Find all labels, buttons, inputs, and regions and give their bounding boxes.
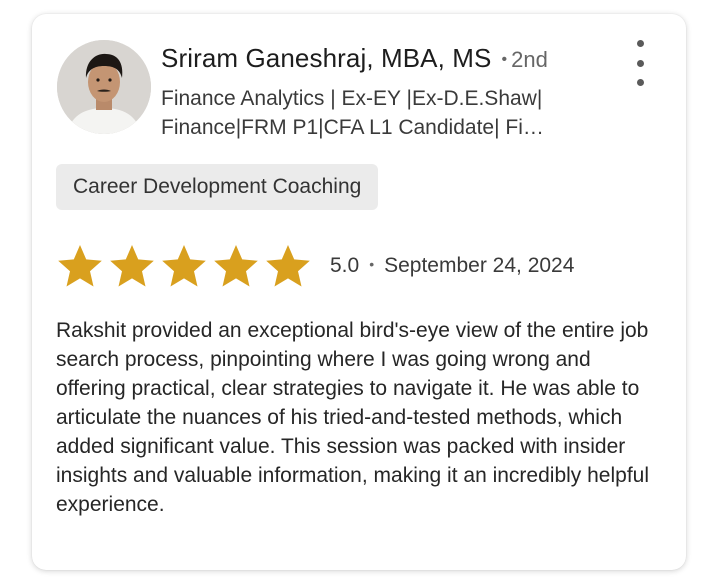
star-rating	[56, 242, 316, 290]
reviewer-headline: Finance Analytics | Ex-EY |Ex-D.E.Shaw| …	[161, 87, 544, 139]
review-card: Sriram Ganeshraj, MBA, MS • 2nd Finance A…	[32, 14, 686, 570]
star-icon	[56, 242, 104, 290]
star-icon	[212, 242, 260, 290]
separator-dot: •	[369, 256, 375, 272]
menu-dot	[636, 59, 644, 67]
review-text: Rakshit provided an exceptional bird's-e…	[56, 319, 650, 516]
service-tag: Career Development Coaching	[56, 164, 379, 210]
review-date: September 24, 2024	[384, 254, 575, 277]
star-icon	[264, 242, 312, 290]
star-icon	[160, 242, 208, 290]
avatar[interactable]	[57, 40, 151, 134]
profile-photo	[57, 40, 151, 134]
reviewer-name-row: Sriram Ganeshraj, MBA, MS • 2nd	[161, 43, 548, 74]
more-vertical-icon[interactable]	[628, 40, 652, 86]
menu-dot	[636, 40, 644, 47]
rating-score: 5.0	[330, 254, 360, 277]
star-icon	[108, 242, 156, 290]
rating-row: 5.0 • September 24, 2024	[56, 242, 574, 290]
connection-degree: • 2nd	[501, 47, 548, 72]
menu-dot	[636, 79, 644, 86]
connection-degree-label: 2nd	[511, 47, 548, 72]
reviewer-name[interactable]: Sriram Ganeshraj, MBA, MS	[161, 43, 491, 74]
